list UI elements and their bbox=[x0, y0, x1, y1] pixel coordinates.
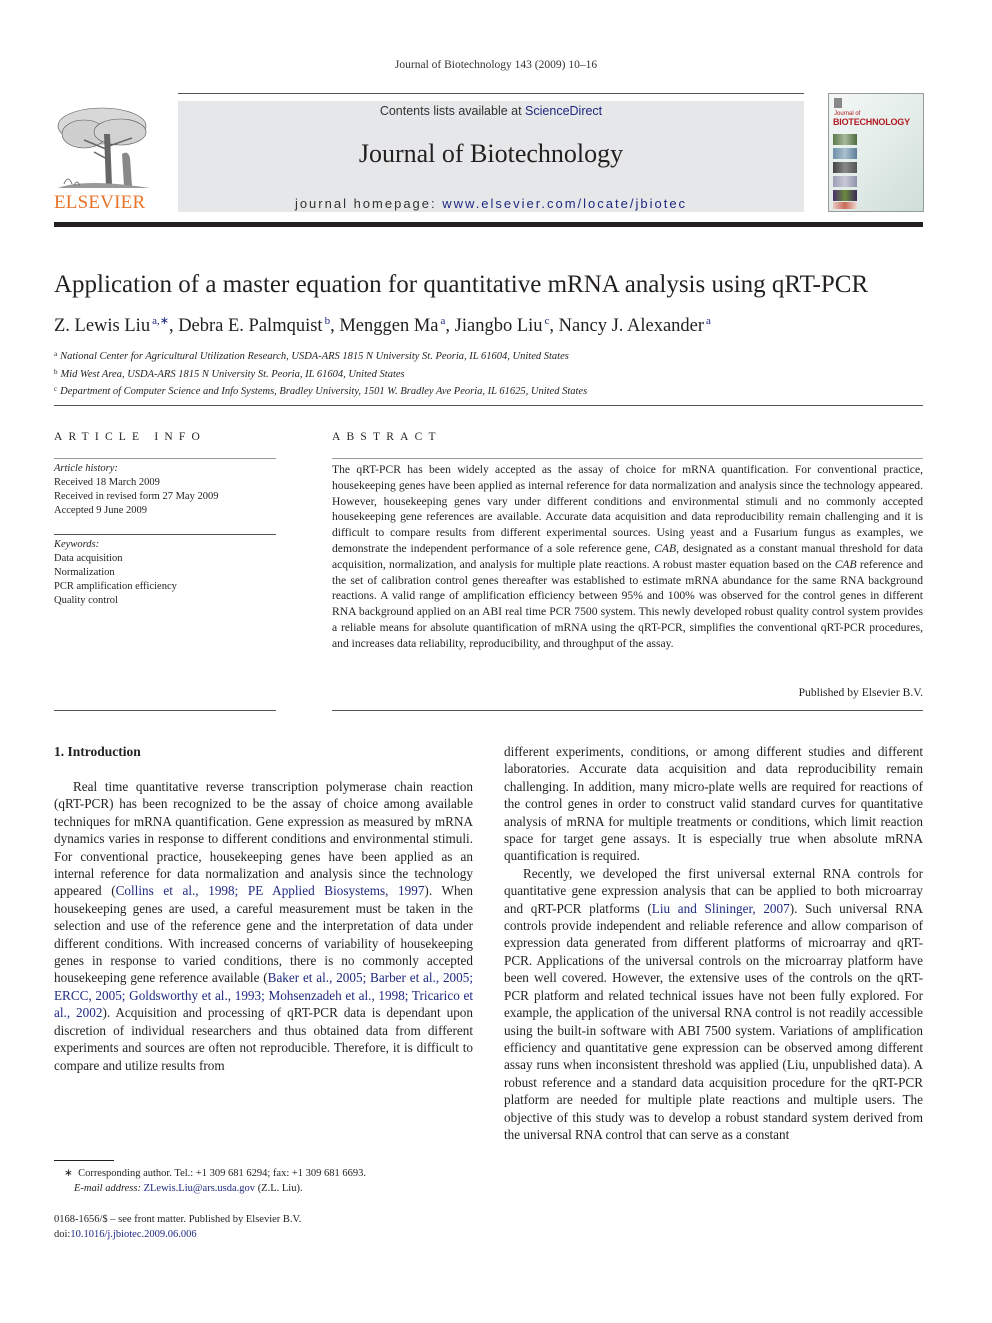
abstract-heading: ABSTRACT bbox=[332, 431, 442, 443]
received-date: Received 18 March 2009 bbox=[54, 477, 160, 488]
cover-biotechnology: BIOTECHNOLOGY bbox=[833, 117, 910, 127]
email-label: E-mail address: bbox=[74, 1182, 141, 1194]
keyword: Data acquisition bbox=[54, 553, 123, 564]
article-title: Application of a master equation for qua… bbox=[54, 271, 869, 298]
abstract-rule bbox=[332, 710, 923, 711]
cover-publisher-mark-icon bbox=[834, 98, 842, 108]
affiliation-c: c Department of Computer Science and Info… bbox=[54, 385, 588, 397]
affiliation-list: a National Center for Agricultural Utiliz… bbox=[54, 347, 587, 400]
author-name[interactable]: Z. Lewis Liu bbox=[54, 316, 150, 336]
doi-label: doi: bbox=[54, 1229, 71, 1240]
body-column-left: Real time quantitative reverse transcrip… bbox=[54, 778, 473, 1074]
article-info-heading: ARTICLE INFO bbox=[54, 431, 206, 443]
elsevier-wordmark: ELSEVIER bbox=[54, 192, 146, 213]
author-name[interactable]: Nancy J. Alexander bbox=[559, 316, 704, 336]
cover-image-tile bbox=[833, 176, 857, 187]
gene-name: CAB bbox=[834, 557, 857, 571]
contents-prefix: Contents lists available at bbox=[379, 104, 526, 118]
elsevier-tree-icon bbox=[54, 104, 154, 192]
cover-image-tile bbox=[833, 134, 857, 145]
affiliation-b: b Mid West Area, USDA-ARS 1815 N Universi… bbox=[54, 367, 405, 380]
abstract-rule bbox=[332, 458, 923, 459]
elsevier-logo[interactable]: ELSEVIER bbox=[54, 104, 156, 216]
affiliation-a: a National Center for Agricultural Utiliz… bbox=[54, 350, 569, 362]
keyword: PCR amplification efficiency bbox=[54, 581, 177, 592]
journal-homepage-link[interactable]: www.elsevier.com/locate/jbiotec bbox=[442, 196, 687, 211]
cover-image-tile bbox=[833, 148, 857, 159]
contents-line: Contents lists available at ScienceDirec… bbox=[178, 104, 804, 118]
journal-title: Journal of Biotechnology bbox=[358, 139, 624, 168]
keyword: Normalization bbox=[54, 567, 115, 578]
keywords-label: Keywords: bbox=[54, 539, 100, 550]
footnote-rule bbox=[54, 1160, 114, 1161]
citation-link[interactable]: Liu and Slininger, 2007 bbox=[652, 901, 790, 916]
cover-image-tile bbox=[833, 190, 857, 201]
footnote-marker: ∗ bbox=[64, 1168, 73, 1179]
email-link[interactable]: ZLewis.Liu@ars.usda.gov bbox=[144, 1183, 255, 1194]
journal-masthead: Contents lists available at ScienceDirec… bbox=[178, 101, 804, 212]
affiliation-rule bbox=[54, 405, 923, 406]
doi-link[interactable]: 10.1016/j.jbiotec.2009.06.006 bbox=[70, 1229, 196, 1240]
issn-line: 0168-1656/$ – see front matter. Publishe… bbox=[54, 1214, 302, 1225]
paragraph: Real time quantitative reverse transcrip… bbox=[54, 779, 473, 1073]
author-name[interactable]: Debra E. Palmquist bbox=[178, 316, 322, 336]
publisher-note: Published by Elsevier B.V. bbox=[798, 686, 923, 699]
keywords: Keywords: Data acquisition Normalization… bbox=[54, 538, 177, 608]
section-heading-introduction: 1. Introduction bbox=[54, 744, 141, 759]
abstract-text: The qRT-PCR has been widely accepted as … bbox=[332, 463, 923, 650]
article-history: Article history: Received 18 March 2009 … bbox=[54, 462, 218, 518]
article-info-rule bbox=[54, 710, 276, 711]
corresponding-author-footnote: ∗ Corresponding author. Tel.: +1 309 681… bbox=[64, 1168, 367, 1194]
author-list: Z. Lewis Liu a,∗, Debra E. Palmquist b, Me… bbox=[54, 315, 711, 336]
article-info-rule bbox=[54, 534, 276, 535]
keyword: Quality control bbox=[54, 595, 118, 606]
paragraph-continued: different experiments, conditions, or am… bbox=[504, 744, 923, 864]
revised-date: Received in revised form 27 May 2009 bbox=[54, 491, 219, 502]
front-matter: 0168-1656/$ – see front matter. Publishe… bbox=[54, 1212, 301, 1242]
homepage-line: journal homepage: www.elsevier.com/locat… bbox=[178, 196, 804, 211]
cover-image-tile bbox=[833, 162, 857, 173]
homepage-prefix: journal homepage: bbox=[294, 196, 443, 211]
gene-name: CAB bbox=[654, 541, 677, 555]
author-name[interactable]: Menggen Ma bbox=[339, 316, 438, 336]
header-thick-rule bbox=[54, 222, 923, 227]
running-head: Journal of Biotechnology 143 (2009) 10–1… bbox=[394, 59, 598, 71]
cover-image-tile bbox=[833, 202, 857, 209]
journal-cover-thumbnail[interactable]: Journal of BIOTECHNOLOGY bbox=[828, 93, 924, 212]
header-rule bbox=[178, 93, 804, 94]
citation-link[interactable]: Collins et al., 1998; PE Applied Biosyst… bbox=[116, 883, 425, 898]
author-affiliation-marker[interactable]: a bbox=[706, 315, 711, 327]
body-column-right: different experiments, conditions, or am… bbox=[504, 743, 923, 1143]
paragraph: Recently, we developed the first univers… bbox=[504, 865, 924, 1142]
accepted-date: Accepted 9 June 2009 bbox=[54, 505, 148, 516]
author-affiliation-marker[interactable]: a,∗ bbox=[152, 315, 169, 327]
article-info-rule bbox=[54, 458, 276, 459]
article-history-label: Article history: bbox=[54, 463, 118, 474]
sciencedirect-link[interactable]: ScienceDirect bbox=[525, 104, 602, 118]
author-name[interactable]: Jiangbo Liu bbox=[455, 316, 543, 336]
